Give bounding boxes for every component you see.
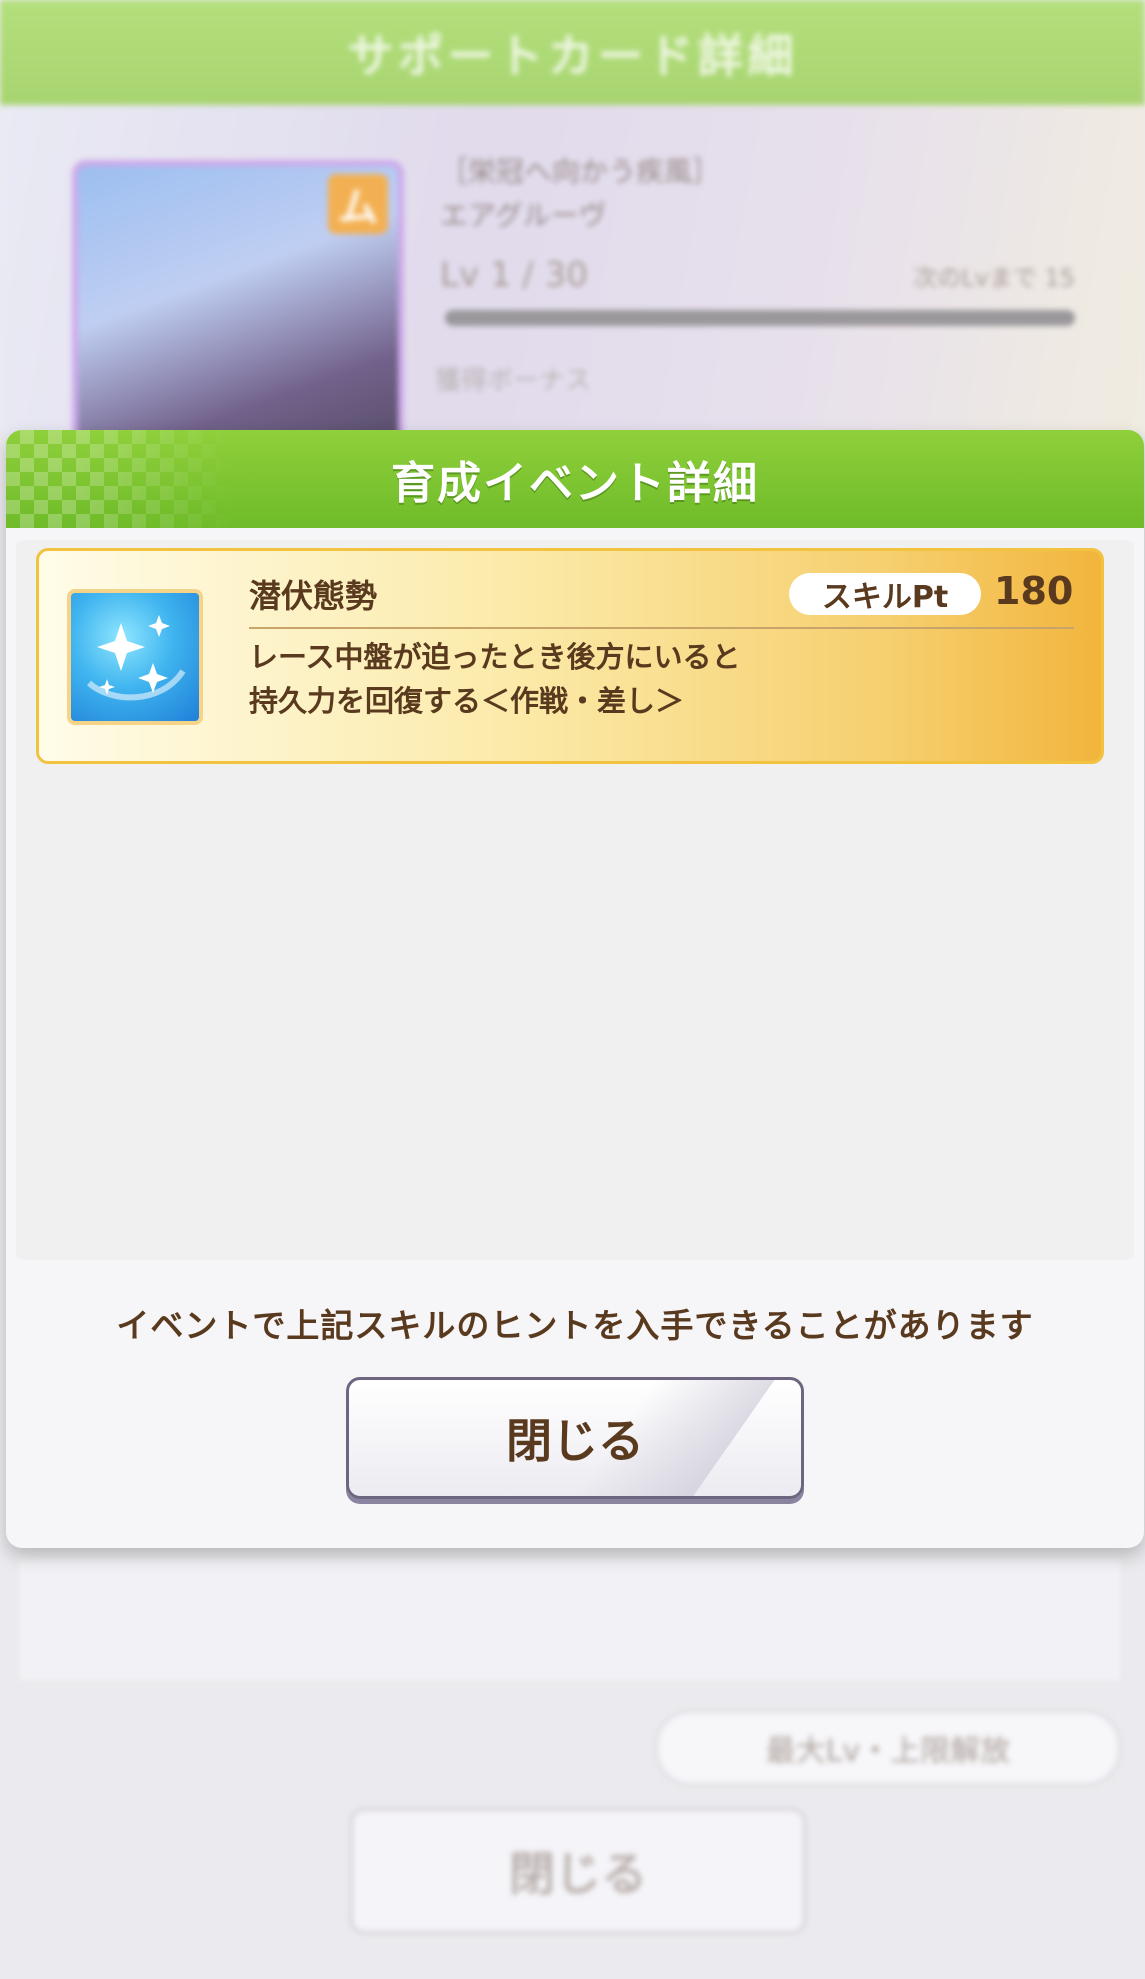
- header-pattern: [6, 430, 236, 528]
- skill-description-line: 持久力を回復する＜作戦・差し＞: [249, 684, 685, 718]
- hint-note: イベントで上記スキルのヒントを入手できることがあります: [116, 1306, 1034, 1345]
- event-detail-dialog: 育成イベント詳細 潜伏態勢 スキルPt 180 レース中盤が迫ったとき後方にいる…: [6, 430, 1144, 1548]
- close-button[interactable]: 閉じる: [346, 1377, 804, 1499]
- dialog-header: 育成イベント詳細: [6, 430, 1144, 528]
- skill-name: 潜伏態勢: [249, 577, 378, 615]
- skill-pt-value: 180: [994, 569, 1074, 613]
- skill-card[interactable]: 潜伏態勢 スキルPt 180 レース中盤が迫ったとき後方にいると 持久力を回復す…: [36, 548, 1104, 764]
- skill-divider: [249, 627, 1074, 629]
- sparkle-recovery-icon: [67, 589, 203, 725]
- skill-description: レース中盤が迫ったとき後方にいると 持久力を回復する＜作戦・差し＞: [249, 635, 741, 723]
- skill-pt-label: スキルPt: [789, 573, 981, 615]
- dialog-title: 育成イベント詳細: [391, 458, 759, 509]
- skill-list: 潜伏態勢 スキルPt 180 レース中盤が迫ったとき後方にいると 持久力を回復す…: [16, 540, 1134, 1260]
- close-button-label: 閉じる: [506, 1414, 644, 1468]
- skill-description-line: レース中盤が迫ったとき後方にいると: [249, 640, 741, 674]
